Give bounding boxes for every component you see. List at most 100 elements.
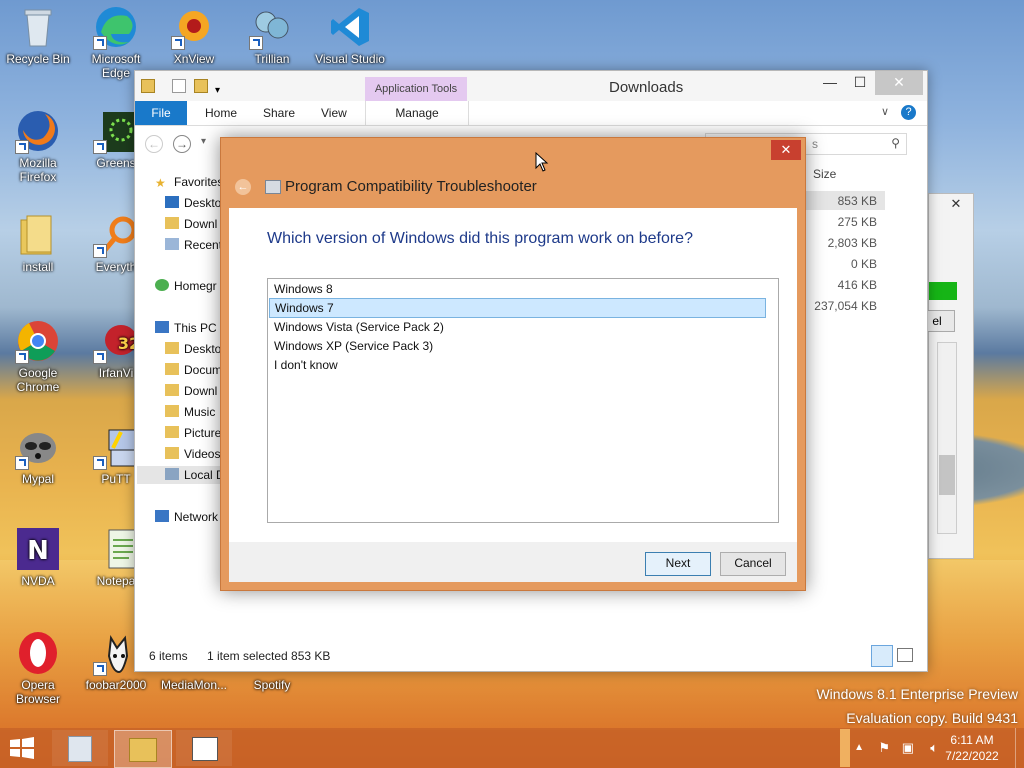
taskbar-app-list[interactable] (176, 730, 232, 766)
desktop-icon-label: Spotify (253, 678, 291, 692)
list-item[interactable]: Windows Vista (Service Pack 2) (269, 318, 764, 336)
show-hidden-grip[interactable] (840, 729, 850, 767)
scrollbar-thumb[interactable] (939, 455, 955, 495)
desktop-icon-mypal[interactable]: Mypal (0, 424, 76, 486)
desktop-icon-label: Trillian (254, 52, 290, 66)
desktop-icon-nvda[interactable]: N NVDA (0, 526, 76, 588)
desktop-icon-install[interactable]: install (0, 212, 76, 274)
progress-bar (929, 282, 957, 300)
nav-favorites[interactable]: ★ Favorites (155, 173, 223, 191)
volume-muted-icon[interactable]: 🔈︎ (930, 740, 938, 756)
shortcut-arrow-icon (93, 140, 107, 154)
firefox-icon (15, 108, 61, 154)
nav-documents[interactable]: Docum (165, 361, 222, 379)
nav-desktop[interactable]: Deskto (165, 194, 221, 212)
close-icon[interactable]: ✕ (941, 196, 971, 214)
network-icon[interactable]: ▣ (902, 740, 914, 756)
nav-music[interactable]: Music (165, 403, 215, 421)
desktop-icon-chrome[interactable]: Google Chrome (0, 318, 76, 394)
raccoon-icon (15, 424, 61, 470)
next-button[interactable]: Next (645, 552, 711, 576)
troubleshooter-icon (265, 180, 281, 194)
shortcut-arrow-icon (93, 36, 107, 50)
folder-icon (165, 342, 179, 354)
desktop-icon-opera[interactable]: Opera Browser (0, 630, 76, 706)
file-size: 237,054 KB (814, 299, 877, 313)
tab-home[interactable]: Home (205, 101, 237, 125)
scrollbar[interactable] (937, 342, 957, 534)
star-icon: ★ (155, 176, 166, 190)
search-icon[interactable]: ⚲ (891, 136, 900, 150)
show-desktop-button[interactable] (1015, 728, 1024, 768)
start-button[interactable] (6, 736, 38, 760)
recent-locations-icon[interactable]: ▾ (201, 136, 206, 147)
back-arrow-icon[interactable]: ← (235, 179, 251, 195)
shortcut-arrow-icon (15, 350, 29, 364)
desktop-icon-label: Recycle Bin (6, 52, 70, 66)
desktop-icon-label: Everyth (95, 260, 137, 274)
desktop-icon-vscode[interactable]: Visual Studio (312, 4, 388, 66)
list-item[interactable]: Windows XP (Service Pack 3) (269, 337, 764, 355)
action-center-flag-icon[interactable]: ⚑ (878, 740, 890, 756)
taskbar-explorer[interactable] (114, 730, 172, 768)
nav-pictures[interactable]: Picture (165, 424, 221, 442)
list-item[interactable]: Windows 8 (269, 280, 764, 298)
details-view-icon[interactable] (871, 645, 893, 667)
chevron-down-icon[interactable]: ▾ (215, 85, 220, 96)
videos-folder-icon (165, 447, 179, 459)
nav-downloads[interactable]: Downl (165, 215, 217, 233)
help-icon[interactable]: ? (901, 105, 916, 120)
explorer-titlebar[interactable]: ▾ Application Tools Downloads — ☐ ✕ (135, 71, 927, 103)
large-icons-view-icon[interactable] (897, 648, 913, 662)
desktop-icon (165, 196, 179, 208)
dialog-title: Program Compatibility Troubleshooter (285, 178, 537, 195)
irfanview-icon: 32 (93, 318, 140, 364)
selection-info: 1 item selected 853 KB (207, 649, 331, 663)
version-listbox[interactable]: Windows 8 Windows 7 Windows Vista (Servi… (267, 278, 779, 523)
folder-icon (165, 384, 179, 396)
column-header-size[interactable]: Size (813, 167, 836, 181)
nav-pc-downloads[interactable]: Downl (165, 382, 217, 400)
file-size: 2,803 KB (827, 236, 877, 250)
taskbar-recycle-app[interactable] (52, 730, 108, 766)
forward-button[interactable]: → (173, 135, 191, 153)
nav-videos[interactable]: Videos (165, 445, 220, 463)
desktop-icon-label: Google Chrome (16, 366, 60, 394)
dialog-close-button[interactable]: ✕ (771, 140, 801, 160)
back-button[interactable]: ← (145, 135, 163, 153)
background-window[interactable]: ✕ el (919, 193, 974, 559)
nav-network[interactable]: Network (155, 508, 218, 526)
cancel-button[interactable]: Cancel (720, 552, 786, 576)
xnview-icon (171, 4, 217, 50)
show-hidden-icons[interactable]: ▲ (854, 742, 864, 753)
chevron-down-icon[interactable]: ∨ (881, 105, 889, 118)
desktop-icon-firefox[interactable]: Mozilla Firefox (0, 108, 76, 184)
desktop-icon-recycle-bin[interactable]: Recycle Bin (0, 4, 76, 66)
new-folder-icon[interactable] (193, 79, 208, 93)
tab-view[interactable]: View (321, 101, 347, 125)
desktop-icon-trillian[interactable]: Trillian (234, 4, 310, 66)
compatibility-dialog[interactable]: ✕ ← Program Compatibility Troubleshooter… (220, 137, 806, 591)
tab-share[interactable]: Share (263, 101, 295, 125)
watermark-line1: Windows 8.1 Enterprise Preview (816, 686, 1018, 702)
shortcut-arrow-icon (93, 244, 107, 258)
clock[interactable]: 6:11 AM 7/22/2022 (942, 733, 1002, 763)
minimize-button[interactable]: — (815, 71, 845, 95)
downloads-icon (165, 217, 179, 229)
desktop-icon-label: Notepa (96, 574, 136, 588)
list-item-selected[interactable]: Windows 7 (269, 298, 766, 318)
nav-recent[interactable]: Recent (165, 236, 222, 254)
list-item[interactable]: I don't know (269, 356, 764, 374)
nav-homegroup[interactable]: Homegr (155, 277, 217, 295)
edge-icon (93, 4, 139, 50)
tab-file[interactable]: File (135, 101, 187, 125)
maximize-button[interactable]: ☐ (845, 71, 875, 95)
nav-pc-desktop[interactable]: Deskto (165, 340, 221, 358)
quick-access-toolbar[interactable]: ▾ (141, 79, 220, 96)
desktop-icon-xnview[interactable]: XnView (156, 4, 232, 66)
nav-this-pc[interactable]: This PC (155, 319, 217, 337)
properties-icon[interactable] (172, 79, 187, 93)
close-button[interactable]: ✕ (875, 71, 923, 95)
tab-manage[interactable]: Manage (365, 101, 469, 125)
desktop-icon-edge[interactable]: Microsoft Edge (78, 4, 154, 80)
